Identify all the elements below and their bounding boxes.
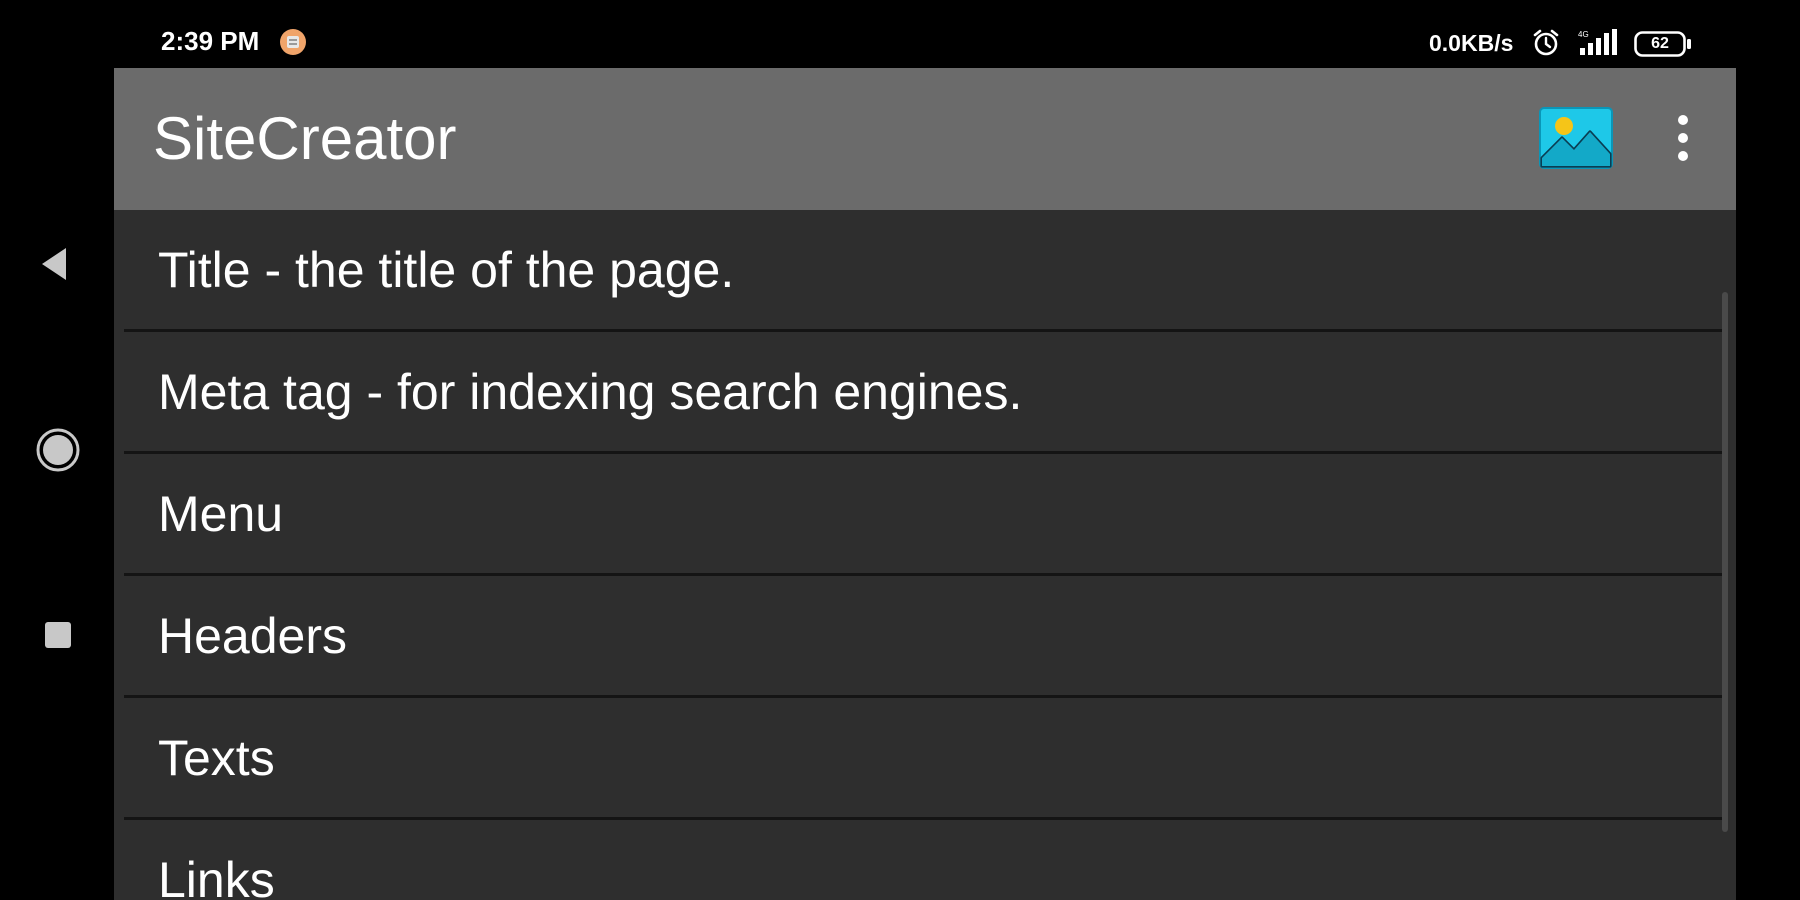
list-item-label: Title - the title of the page. [158,242,735,298]
svg-text:4G: 4G [1578,30,1589,39]
app-title: SiteCreator [153,105,457,172]
list-item-menu[interactable]: Menu [124,454,1726,576]
image-icon[interactable] [1538,106,1614,170]
home-icon[interactable] [34,426,82,474]
list-item-headers[interactable]: Headers [124,576,1726,698]
menu-list: Title - the title of the page. Meta tag … [114,210,1736,900]
list-item-links[interactable]: Links [124,820,1726,900]
list-item-meta-tag[interactable]: Meta tag - for indexing search engines. [124,332,1726,454]
navigation-bar [0,68,114,900]
list-item-label: Links [158,852,275,900]
alarm-icon [1531,28,1561,58]
list-item-texts[interactable]: Texts [124,698,1726,820]
recents-icon[interactable] [43,620,73,650]
network-speed: 0.0KB/s [1429,30,1514,56]
list-item-label: Menu [158,486,284,542]
status-time: 2:39 PM [161,26,260,56]
status-bar: 2:39 PM 0.0KB/s 4G 62 [0,0,1800,68]
signal-icon: 4G [1578,28,1622,58]
more-vert-icon[interactable] [1666,108,1700,168]
app-window: SiteCreator Title - the title of the pag… [114,68,1736,900]
app-toolbar: SiteCreator [114,68,1736,210]
battery-level: 62 [1651,35,1669,52]
list-item-title[interactable]: Title - the title of the page. [124,210,1726,332]
phone-screen: 2:39 PM 0.0KB/s 4G 62 SiteCreator Title … [0,0,1800,900]
back-icon[interactable] [38,244,70,284]
list-item-label: Texts [158,730,275,786]
scrollbar[interactable] [1722,292,1728,832]
list-item-label: Headers [158,608,347,664]
battery-icon: 62 [1634,31,1692,57]
list-item-label: Meta tag - for indexing search engines. [158,364,1023,420]
notification-app-icon [279,28,307,56]
